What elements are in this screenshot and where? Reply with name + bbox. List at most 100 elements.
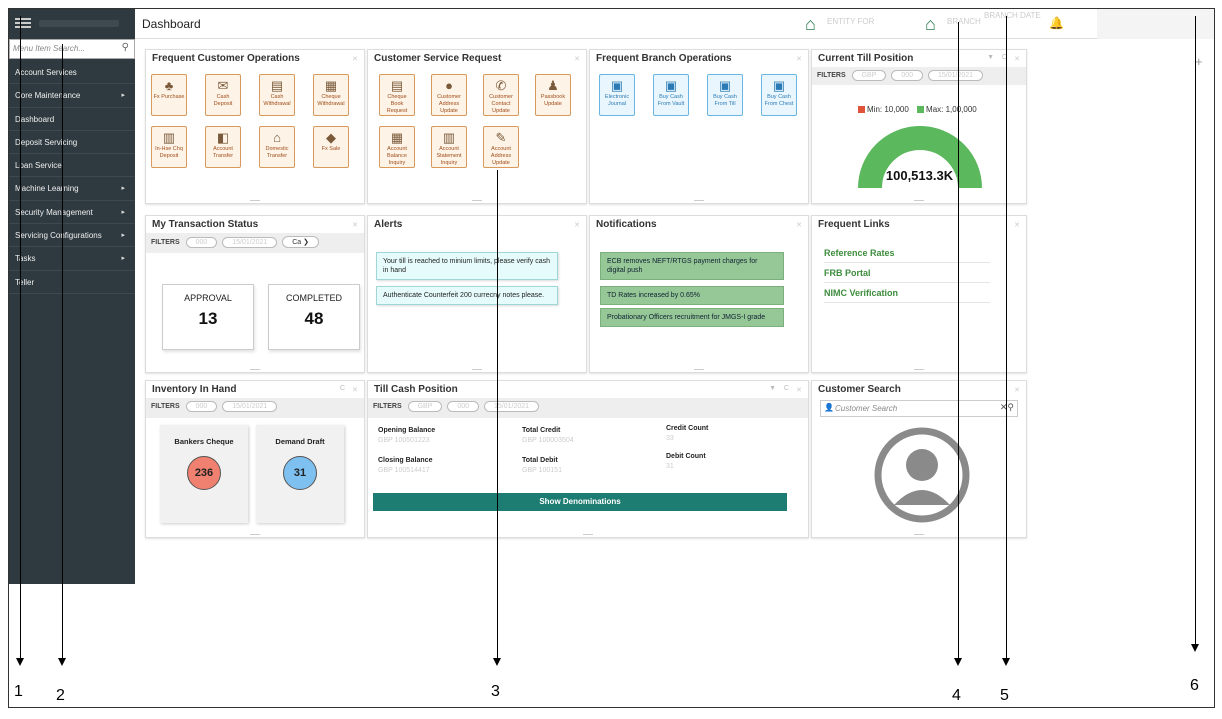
alert-item[interactable]: Your till is reached to minium limits, p…	[376, 252, 558, 280]
tile-buy-cash-from-chest[interactable]: ▣ Buy Cash From Chest	[761, 74, 797, 116]
tile-passbook-update[interactable]: ♟ Passbook Update	[535, 74, 571, 116]
tile-account-statement-inquiry[interactable]: ▥ Account Statement Inquiry	[431, 126, 467, 168]
tile-cheque-book-request[interactable]: ▤ Cheque Book Request	[379, 74, 415, 116]
chevron-right-icon[interactable]: ❯	[303, 239, 309, 246]
tile-icon: ◆	[326, 130, 336, 145]
customer-search-input[interactable]: 👤 Customer Search ✕⚲	[820, 400, 1018, 417]
bell-icon[interactable]: 🔔	[1049, 16, 1064, 30]
tile-cash-withdrawal[interactable]: ▤ Cash Withdrawal	[259, 74, 295, 116]
sidebar-item-label: Security Management	[15, 207, 93, 217]
approval-status-card[interactable]: APPROVAL 13	[162, 284, 254, 350]
tile-label: Account Address Update	[490, 146, 512, 166]
notification-item[interactable]: Probationary Officers recruitment for JM…	[600, 308, 784, 327]
tile-cheque-withdrawal[interactable]: ▦ Cheque Withdrawal	[313, 74, 349, 116]
filter-date[interactable]: 15/01/2021	[222, 237, 278, 248]
sidebar-item-label: Tasks	[15, 254, 36, 264]
search-icon[interactable]: ⚲	[122, 42, 129, 53]
sidebar-item-deposit-servicing[interactable]: Deposit Servicing	[9, 131, 135, 155]
filter-date[interactable]: 15/01/2021	[928, 70, 984, 81]
callout-arrow-3	[493, 658, 501, 666]
tile-label: Fx Purchase	[153, 94, 185, 100]
close-icon[interactable]: ✕	[1014, 221, 1020, 229]
close-icon[interactable]: ✕	[1014, 386, 1020, 394]
filter-till[interactable]: 000	[185, 401, 218, 412]
filter-till[interactable]: 000	[185, 237, 218, 248]
tile-fx-purchase[interactable]: ♣ Fx Purchase	[151, 74, 187, 116]
sidebar-item-machine-learning[interactable]: Machine Learning ▸	[9, 177, 135, 201]
filter-date[interactable]: 15/01/2021	[222, 401, 278, 412]
opening-balance-value: GBP 100501223	[378, 437, 430, 444]
tile-label: Customer Contact Update	[489, 94, 513, 114]
tile-buy-cash-from-vault[interactable]: ▣ Buy Cash From Vault	[653, 74, 689, 116]
filter-date[interactable]: 15/01/2021	[484, 401, 540, 412]
chevron-right-icon: ▸	[121, 185, 125, 193]
sidebar-item-account-services[interactable]: Account Services	[9, 61, 135, 85]
close-icon[interactable]: ✕	[574, 55, 580, 63]
tile-icon: ▣	[772, 78, 786, 93]
tile-icon: ♣	[164, 78, 174, 93]
close-icon[interactable]: ✕	[352, 55, 358, 63]
tile-label: Passbook Update	[540, 94, 566, 107]
filter-currency[interactable]: GBP	[851, 70, 887, 81]
sidebar-item-dashboard[interactable]: Dashboard	[9, 108, 135, 131]
link-frb-portal[interactable]: FRB Portal	[824, 268, 990, 283]
sidebar-item-loan-service[interactable]: Loan Service	[9, 154, 135, 178]
widget-title: Frequent Customer Operations	[152, 53, 300, 64]
widget-notifications: Notifications ✕ ECB removes NEFT/RTGS pa…	[589, 215, 809, 373]
add-widget-icon[interactable]: +	[1195, 54, 1203, 69]
completed-status-card[interactable]: COMPLETED 48	[268, 284, 360, 350]
tile-account-transfer[interactable]: ◧ Account Transfer	[205, 126, 241, 168]
filter-till[interactable]: 000	[447, 401, 480, 412]
menu-search-input[interactable]: Menu Item Search... ⚲	[9, 39, 135, 59]
filter-refresh-icons[interactable]: ▼ C	[769, 385, 792, 392]
tile-in-hse-chq-deposit[interactable]: ▥ In-Hse Chq Deposit	[151, 126, 187, 168]
close-icon[interactable]: ✕	[352, 221, 358, 229]
refresh-icon[interactable]: C	[340, 385, 348, 392]
sidebar-item-security-management[interactable]: Security Management ▸	[9, 201, 135, 225]
tile-cash-deposit[interactable]: ✉ Cash Deposit	[205, 74, 241, 116]
tile-account-address-update[interactable]: ✎ Account Address Update	[483, 126, 519, 168]
close-icon[interactable]: ✕	[574, 221, 580, 229]
branch-label[interactable]: BRANCH	[947, 17, 981, 26]
link-nimc-verification[interactable]: NIMC Verification	[824, 288, 990, 303]
tile-customer-contact-update[interactable]: ✆ Customer Contact Update	[483, 74, 519, 116]
sidebar-item-core-maintenance[interactable]: Core Maintenance ▸	[9, 84, 135, 108]
filter-category[interactable]: Ca ❯	[282, 236, 320, 248]
notification-item[interactable]: TD Rates increased by 0.65%	[600, 286, 784, 305]
close-icon[interactable]: ✕	[796, 386, 802, 394]
branch-bank-icon[interactable]: ⌂	[925, 14, 936, 35]
widget-title: Till Cash Position	[374, 384, 458, 395]
sidebar-item-label: Account Services	[15, 68, 77, 77]
widget-frequent-links: Frequent Links ✕ Reference Rates FRB Por…	[811, 215, 1027, 373]
tile-buy-cash-from-till[interactable]: ▣ Buy Cash From Till	[707, 74, 743, 116]
entity-bank-icon[interactable]: ⌂	[805, 14, 816, 35]
widget-footer	[914, 200, 924, 201]
sidebar-item-teller[interactable]: Teller	[9, 271, 135, 294]
close-icon[interactable]: ✕	[352, 386, 358, 394]
widget-title: Alerts	[374, 219, 403, 230]
closing-balance-value: GBP 100514417	[378, 467, 430, 474]
tile-domestic-transfer[interactable]: ⌂ Domestic Transfer	[259, 126, 295, 168]
sidebar-item-tasks[interactable]: Tasks ▸	[9, 247, 135, 271]
filter-category-label: Ca	[292, 239, 302, 246]
inventory-bankers-cheque[interactable]: Bankers Cheque 236	[160, 425, 248, 523]
filter-currency[interactable]: GBP	[407, 401, 443, 412]
inventory-demand-draft[interactable]: Demand Draft 31	[256, 425, 344, 523]
link-reference-rates[interactable]: Reference Rates	[824, 248, 990, 263]
sidebar-item-servicing-configurations[interactable]: Servicing Configurations ▸	[9, 224, 135, 248]
tile-customer-address-update[interactable]: ● Customer Address Update	[431, 74, 467, 116]
close-icon[interactable]: ✕	[796, 55, 802, 63]
alert-item[interactable]: Authenticate Counterfeit 200 currecny no…	[376, 286, 558, 305]
tile-electronic-journal[interactable]: ▣ Electronic Journal	[599, 74, 635, 116]
entity-label[interactable]: ENTITY FOR	[827, 17, 874, 26]
hamburger-menu-icon[interactable]	[15, 16, 31, 30]
tile-fx-sale[interactable]: ◆ Fx Sale	[313, 126, 349, 168]
tile-account-balance-inquiry[interactable]: ▦ Account Balance Inquiry	[379, 126, 415, 168]
filters-label: FILTERS	[373, 403, 402, 410]
close-icon[interactable]: ✕	[796, 221, 802, 229]
notification-item[interactable]: ECB removes NEFT/RTGS payment charges fo…	[600, 252, 784, 280]
user-profile-area[interactable]	[1097, 9, 1214, 39]
show-denominations-button[interactable]: Show Denominations	[373, 493, 787, 511]
close-icon[interactable]: ✕	[1014, 55, 1020, 63]
filter-till[interactable]: 000	[891, 70, 924, 81]
